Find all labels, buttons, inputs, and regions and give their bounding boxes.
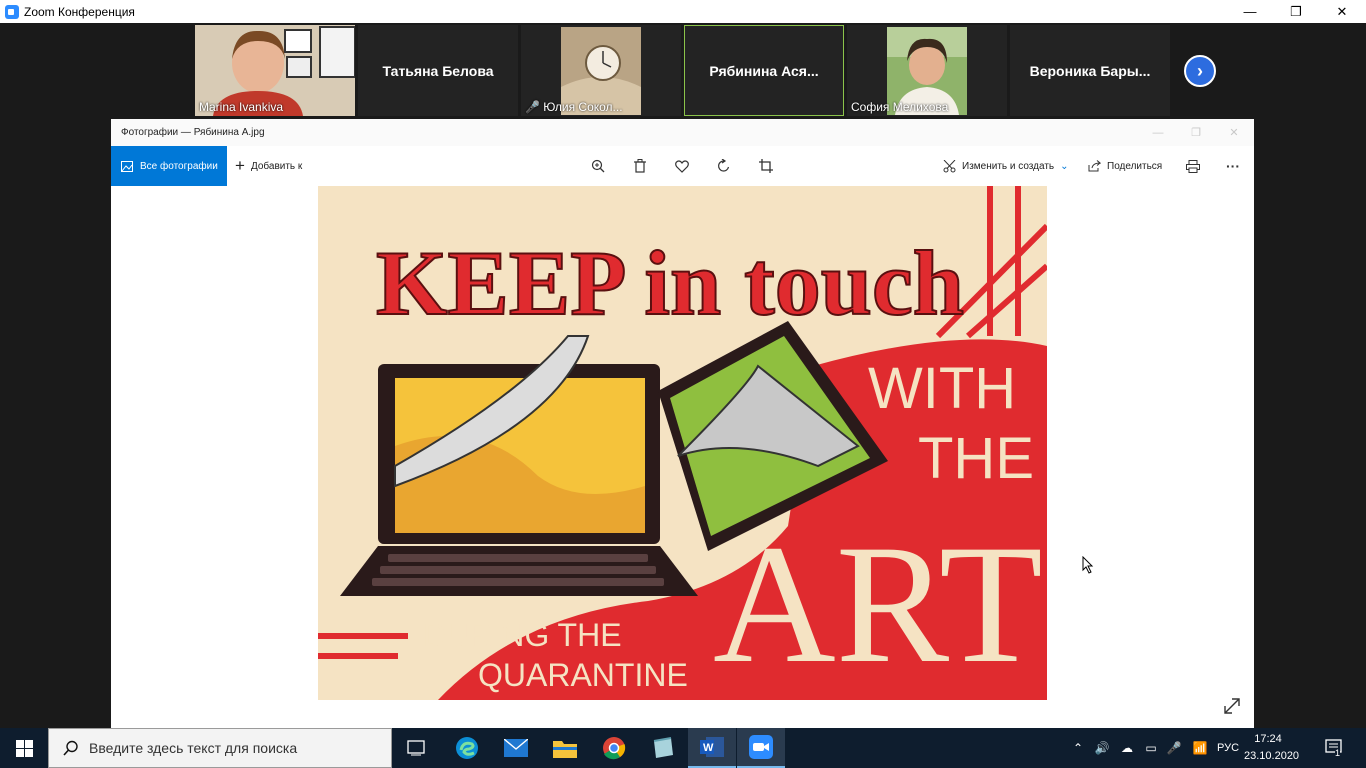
delete-icon[interactable] bbox=[630, 156, 650, 176]
mouse-cursor-icon bbox=[1082, 556, 1094, 574]
art-text-art: ART bbox=[713, 510, 1043, 698]
participant-tile-active[interactable]: Рябинина Ася... bbox=[684, 25, 844, 116]
notepad-app-icon[interactable] bbox=[639, 728, 687, 768]
participant-tile[interactable]: Вероника Бары... bbox=[1010, 25, 1170, 116]
photos-minimize-button[interactable]: — bbox=[1139, 119, 1177, 146]
favorite-heart-icon[interactable] bbox=[672, 156, 692, 176]
participant-tile[interactable]: Татьяна Белова bbox=[358, 25, 518, 116]
microphone-icon[interactable]: 🎤 bbox=[1164, 728, 1184, 768]
laptop-illustration bbox=[340, 335, 698, 596]
task-view-icon[interactable] bbox=[392, 728, 440, 768]
zoom-titlebar: Zoom Конференция — ❐ ✕ bbox=[0, 0, 1366, 23]
all-photos-button[interactable]: Все фотографии bbox=[111, 146, 227, 186]
restore-button[interactable]: ❐ bbox=[1273, 0, 1319, 23]
edit-and-create-label: Изменить и создать bbox=[962, 160, 1055, 172]
photo-icon bbox=[121, 160, 133, 172]
scissors-icon bbox=[943, 159, 956, 172]
rotate-icon[interactable] bbox=[714, 156, 734, 176]
next-page-chevron-icon[interactable]: › bbox=[1184, 55, 1216, 87]
edge-browser-icon[interactable] bbox=[443, 728, 491, 768]
notifications-icon[interactable]: 1 bbox=[1320, 728, 1350, 768]
network-wifi-icon[interactable]: 📶 bbox=[1188, 728, 1212, 768]
share-icon bbox=[1088, 160, 1101, 172]
share-button[interactable]: Поделиться bbox=[1088, 146, 1162, 186]
taskbar-clock[interactable]: 17:24 23.10.2020 bbox=[1244, 731, 1300, 765]
participant-name: Рябинина Ася... bbox=[709, 62, 819, 79]
crop-icon[interactable] bbox=[756, 156, 776, 176]
photos-close-button[interactable]: ✕ bbox=[1215, 119, 1253, 146]
participant-name: Вероника Бары... bbox=[1029, 62, 1151, 79]
zoom-app-icon[interactable] bbox=[737, 728, 785, 768]
mail-icon[interactable] bbox=[492, 728, 540, 768]
participant-name-label: София Мелихова bbox=[851, 100, 949, 114]
notification-count: 1 bbox=[1335, 748, 1341, 758]
fullscreen-expand-icon[interactable] bbox=[1223, 697, 1243, 717]
svg-text:W: W bbox=[703, 742, 714, 754]
taskbar-search-box[interactable]: Введите здесь текст для поиска bbox=[48, 728, 392, 768]
start-button[interactable] bbox=[0, 728, 48, 768]
word-icon[interactable]: W bbox=[688, 728, 736, 768]
photos-titlebar: Фотографии — Рябинина А.jpg — ❐ ✕ bbox=[111, 119, 1254, 146]
windows-logo-icon bbox=[15, 739, 33, 757]
chevron-down-icon: ⌄ bbox=[1060, 160, 1069, 172]
participant-name-label: Marina Ivankiva bbox=[199, 100, 284, 114]
clock-date: 23.10.2020 bbox=[1244, 750, 1300, 762]
participant-tile[interactable]: 🎤 Юлия Сокол... bbox=[521, 25, 681, 116]
chrome-icon[interactable] bbox=[590, 728, 638, 768]
zoom-in-icon[interactable] bbox=[588, 156, 608, 176]
share-label: Поделиться bbox=[1107, 160, 1163, 172]
participant-name-label: 🎤 Юлия Сокол... bbox=[525, 100, 623, 114]
show-hidden-icons-chevron-icon[interactable]: ⌃ bbox=[1068, 728, 1088, 768]
photos-restore-button[interactable]: ❐ bbox=[1177, 119, 1215, 146]
plus-icon: + bbox=[235, 156, 245, 175]
participant-name: Татьяна Белова bbox=[382, 62, 494, 79]
art-title-line1: KEEP in touch bbox=[376, 232, 964, 334]
participant-tile[interactable]: София Мелихова bbox=[847, 25, 1007, 116]
print-icon[interactable] bbox=[1183, 156, 1203, 176]
more-options-icon[interactable]: ··· bbox=[1223, 156, 1243, 176]
art-text-during: DURING THE bbox=[423, 617, 622, 653]
zoom-logo-icon bbox=[5, 4, 19, 19]
photos-toolbar: Все фотографии + Добавить к Изменить и с… bbox=[111, 146, 1254, 186]
clock-time: 17:24 bbox=[1254, 733, 1282, 745]
participant-strip: Marina Ivankiva Татьяна Белова 🎤 Юлия Со… bbox=[0, 23, 1366, 119]
close-button[interactable]: ✕ bbox=[1319, 0, 1365, 23]
participant-tile[interactable]: Marina Ivankiva bbox=[195, 25, 355, 116]
zoom-window-title: Zoom Конференция bbox=[24, 4, 135, 19]
art-text-quarantine: QUARANTINE bbox=[478, 657, 688, 693]
muted-mic-icon: 🎤 bbox=[525, 100, 544, 114]
file-explorer-icon[interactable] bbox=[541, 728, 589, 768]
minimize-button[interactable]: — bbox=[1227, 0, 1273, 23]
add-to-button[interactable]: + Добавить к bbox=[235, 146, 302, 186]
volume-icon[interactable]: 🔊 bbox=[1092, 728, 1112, 768]
all-photos-label: Все фотографии bbox=[140, 160, 218, 172]
search-placeholder: Введите здесь текст для поиска bbox=[89, 740, 298, 756]
power-battery-icon[interactable]: ▭ bbox=[1140, 728, 1162, 768]
photos-window: Фотографии — Рябинина А.jpg — ❐ ✕ Все фо… bbox=[111, 119, 1254, 728]
add-to-label: Добавить к bbox=[250, 160, 303, 172]
art-text-with: WITH bbox=[868, 356, 1016, 421]
taskbar: Введите здесь текст для поиска W ⌃ 🔊 ☁ ▭… bbox=[0, 728, 1366, 768]
photos-window-title: Фотографии — Рябинина А.jpg bbox=[121, 127, 265, 138]
photo-artwork: KEEP in touch WITH THE ART DURING THE QU… bbox=[318, 186, 1047, 700]
onedrive-cloud-icon[interactable]: ☁ bbox=[1116, 728, 1138, 768]
language-indicator[interactable]: РУС bbox=[1212, 728, 1244, 768]
edit-and-create-button[interactable]: Изменить и создать ⌄ bbox=[943, 146, 1069, 186]
art-text-the: THE bbox=[918, 426, 1034, 491]
search-icon bbox=[63, 740, 78, 756]
